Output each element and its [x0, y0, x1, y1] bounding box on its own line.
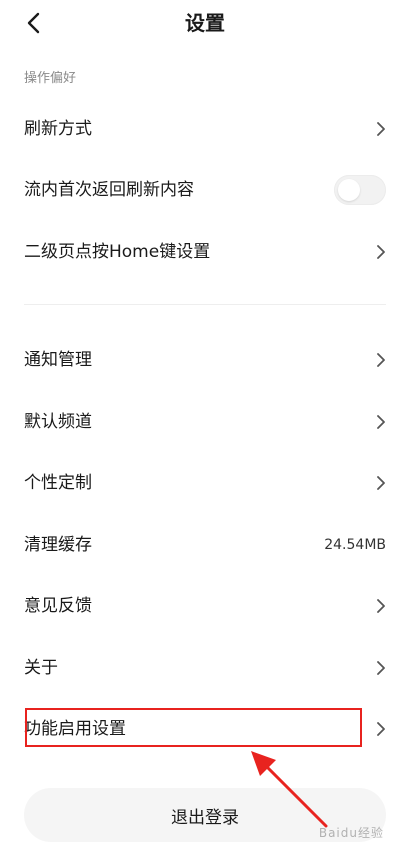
row-label: 默认频道	[24, 412, 92, 432]
chevron-right-icon	[374, 658, 388, 678]
settings-row-feed-refresh: 流内首次返回刷新内容	[0, 164, 410, 216]
row-label: 关于	[24, 658, 58, 678]
settings-row-about[interactable]: 关于	[0, 642, 410, 694]
section-label-preferences: 操作偏好	[24, 71, 77, 86]
chevron-right-icon	[374, 350, 388, 370]
row-label: 清理缓存	[24, 535, 92, 555]
page-title: 设置	[185, 11, 225, 35]
settings-row-default-channel[interactable]: 默认频道	[0, 396, 410, 448]
settings-row-refresh-method[interactable]: 刷新方式	[0, 103, 410, 155]
row-label: 流内首次返回刷新内容	[24, 180, 194, 200]
chevron-right-icon	[374, 473, 388, 493]
feed-refresh-toggle[interactable]	[334, 175, 386, 205]
settings-row-clear-cache[interactable]: 清理缓存 24.54MB	[0, 519, 410, 571]
row-label: 意见反馈	[24, 596, 92, 616]
row-label: 功能启用设置	[24, 719, 126, 739]
chevron-right-icon	[374, 719, 388, 739]
chevron-right-icon	[374, 596, 388, 616]
toggle-knob	[338, 179, 360, 201]
settings-row-notifications[interactable]: 通知管理	[0, 334, 410, 386]
header-bar: 设置	[0, 0, 410, 46]
settings-row-feature-settings[interactable]: 功能启用设置	[0, 703, 410, 755]
chevron-right-icon	[374, 412, 388, 432]
row-label: 刷新方式	[24, 119, 92, 139]
settings-row-personalization[interactable]: 个性定制	[0, 457, 410, 509]
settings-row-home-key[interactable]: 二级页点按Home键设置	[0, 226, 410, 278]
row-label: 个性定制	[24, 473, 92, 493]
logout-label: 退出登录	[171, 807, 239, 828]
settings-row-feedback[interactable]: 意见反馈	[0, 580, 410, 632]
watermark-logo: Baidu经验	[318, 826, 384, 840]
cache-size-value: 24.54MB	[324, 537, 386, 553]
chevron-right-icon	[374, 119, 388, 139]
row-label: 通知管理	[24, 350, 92, 370]
row-label: 二级页点按Home键设置	[24, 242, 211, 262]
chevron-right-icon	[374, 242, 388, 262]
section-divider	[24, 304, 386, 305]
